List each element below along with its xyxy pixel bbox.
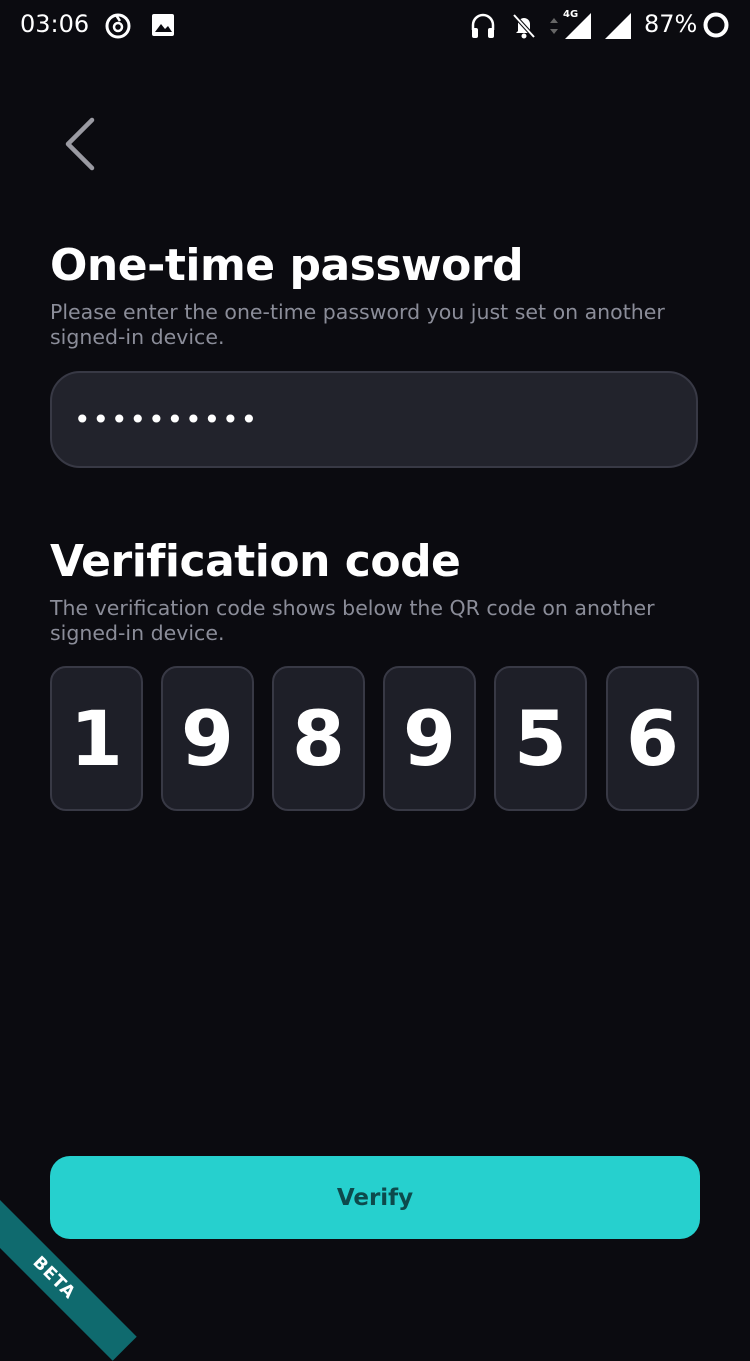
signal-icon [562, 12, 592, 44]
code-digit-box-5[interactable]: 5 [494, 666, 587, 811]
verification-title: Verification code [50, 536, 461, 587]
headphones-icon [470, 12, 496, 44]
code-digit-box-4[interactable]: 9 [383, 666, 476, 811]
back-button[interactable] [55, 112, 105, 176]
data-arrows-icon [548, 12, 560, 44]
verification-code-input: 1 9 8 9 5 6 [50, 666, 700, 812]
code-digit-box-2[interactable]: 9 [161, 666, 254, 811]
code-digit-box-3[interactable]: 8 [272, 666, 365, 811]
battery-ring-icon [702, 11, 730, 43]
code-digit: 6 [626, 694, 679, 783]
status-time: 03:06 [20, 10, 90, 38]
notifications-off-icon [510, 12, 538, 44]
battery-percentage: 87% [644, 10, 698, 38]
password-title: One-time password [50, 240, 524, 291]
verify-button[interactable]: Verify [50, 1156, 700, 1239]
status-bar: 03:06 4G 87% [0, 0, 750, 52]
chevron-left-icon [65, 117, 95, 171]
code-digit: 1 [70, 694, 123, 783]
password-field[interactable]: •••••••••• [50, 371, 698, 468]
code-digit: 9 [403, 694, 456, 783]
code-digit-box-6[interactable]: 6 [606, 666, 699, 811]
code-digit: 5 [514, 694, 567, 783]
image-notification-icon [150, 12, 176, 42]
code-digit-box-1[interactable]: 1 [50, 666, 143, 811]
code-digit: 9 [181, 694, 234, 783]
password-description: Please enter the one-time password you j… [50, 300, 665, 349]
verification-description: The verification code shows below the QR… [50, 596, 655, 645]
netease-music-icon [104, 12, 132, 44]
signal-icon [602, 12, 632, 44]
password-value: •••••••••• [74, 403, 260, 436]
code-digit: 8 [292, 694, 345, 783]
